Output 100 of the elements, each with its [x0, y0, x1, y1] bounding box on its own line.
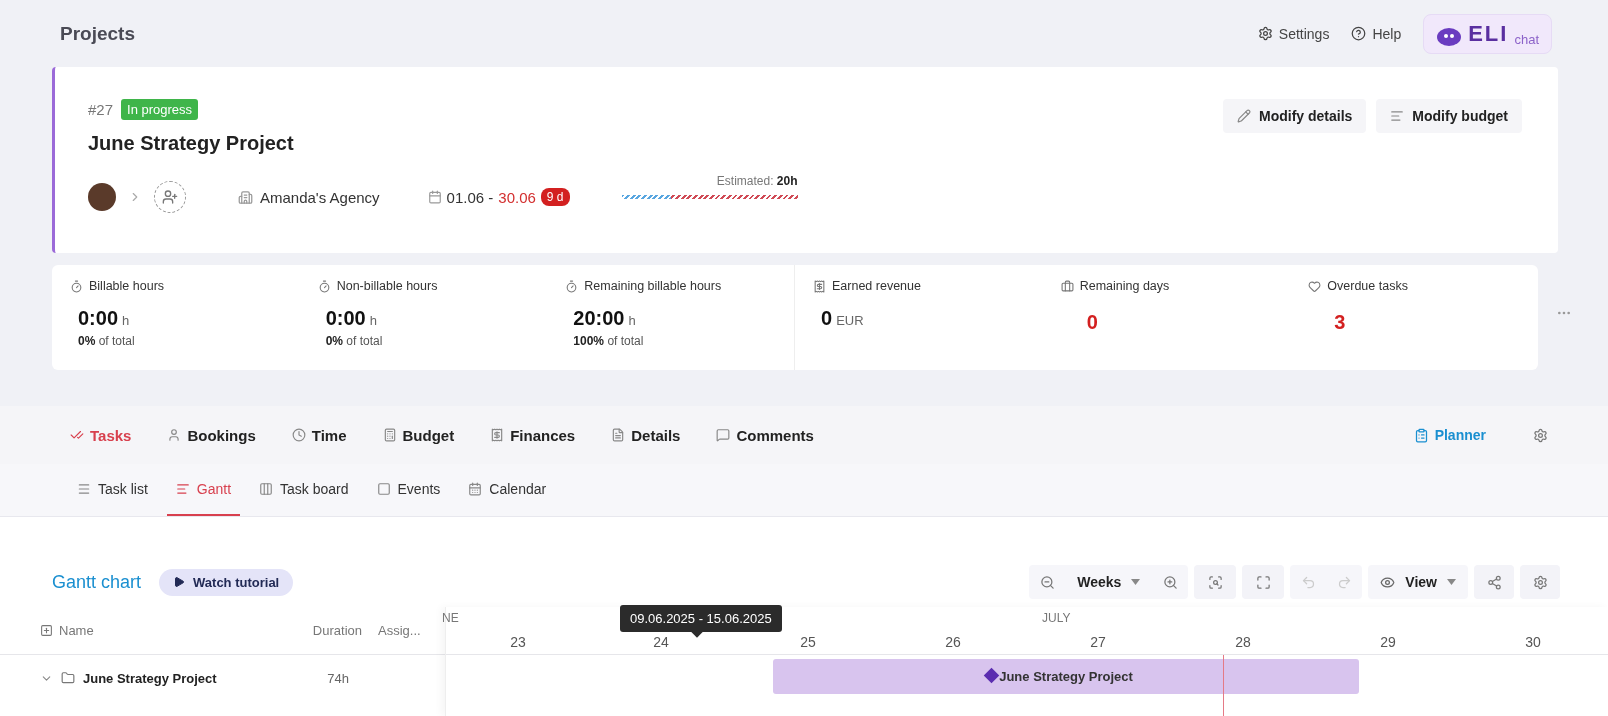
- list-icon: [1390, 109, 1405, 123]
- week-label: 29: [1380, 634, 1396, 650]
- modify-budget-button[interactable]: Modify budget: [1376, 99, 1522, 133]
- list-icon: [77, 482, 91, 496]
- stat-subtext: 0% of total: [325, 334, 384, 348]
- name-column-header[interactable]: Name: [40, 623, 290, 638]
- date-tooltip: 09.06.2025 - 15.06.2025: [620, 605, 782, 632]
- logo-suffix: chat: [1514, 31, 1539, 47]
- eye-icon: [1380, 574, 1396, 590]
- month-label: JULY: [1042, 611, 1071, 625]
- view-dropdown[interactable]: View: [1368, 565, 1468, 599]
- fullscreen-button[interactable]: [1242, 565, 1285, 599]
- column-label: Name: [59, 623, 94, 638]
- watch-tutorial-button[interactable]: Watch tutorial: [159, 568, 294, 596]
- stat-subtext: 0% of total: [78, 334, 136, 348]
- tab[interactable]: Details: [611, 426, 681, 444]
- view-tab[interactable]: Task board: [250, 464, 358, 516]
- client-name: Amanda's Agency: [260, 188, 380, 206]
- board-icon: [259, 482, 274, 496]
- fullscreen-icon: [1255, 574, 1271, 590]
- logo-word: ELI: [1468, 20, 1509, 47]
- stat-subtext: 100% of total: [573, 334, 645, 348]
- stat-value: 0 EUR: [821, 307, 865, 330]
- calendar-icon: [427, 190, 442, 204]
- stat-value: 0: [1086, 311, 1099, 334]
- settings-icon: [1257, 26, 1273, 41]
- today-line: [1223, 655, 1224, 716]
- stat-label-text: Remaining billable hours: [584, 279, 722, 293]
- revenue-icon: [813, 279, 826, 293]
- tab[interactable]: Comments: [716, 426, 814, 444]
- gantt-icon: [175, 482, 190, 496]
- settings-icon: [1532, 427, 1548, 443]
- page-title: Projects: [60, 22, 136, 45]
- tab[interactable]: Tasks: [70, 426, 132, 444]
- stat-value: 0:00 h: [325, 307, 378, 330]
- view-tab[interactable]: Task list: [68, 464, 157, 516]
- gantt-title: Gantt chart: [52, 571, 142, 593]
- gantt-settings-button[interactable]: [1520, 565, 1560, 599]
- caret-icon: [1447, 579, 1456, 585]
- settings-link[interactable]: Settings: [1257, 25, 1330, 42]
- search-icon: [1207, 574, 1223, 590]
- week-label: 25: [800, 634, 816, 650]
- share-icon: [1486, 574, 1502, 590]
- help-link[interactable]: Help: [1351, 25, 1402, 42]
- end-date: 30.06: [498, 188, 536, 206]
- undo-icon: [1300, 574, 1316, 590]
- planner-icon: [1413, 427, 1429, 443]
- week-label: 28: [1235, 634, 1251, 650]
- column-header[interactable]: Assig...: [378, 623, 438, 638]
- days-badge: 9 d: [540, 188, 570, 206]
- tab[interactable]: Bookings: [167, 426, 256, 444]
- stat-label-text: Earned revenue: [832, 279, 921, 293]
- modify-details-button[interactable]: Modify details: [1223, 99, 1367, 133]
- stat-value: 3: [1334, 311, 1347, 334]
- stat-label-text: Remaining days: [1079, 279, 1170, 293]
- zoom-out-icon: [1039, 574, 1055, 590]
- task-duration: 74h: [326, 670, 349, 686]
- caret-icon: [1131, 579, 1141, 585]
- status-badge: In progress: [121, 99, 199, 120]
- stat-label-text: Overdue tasks: [1327, 279, 1408, 293]
- week-label: 27: [1090, 634, 1106, 650]
- week-label: 24: [653, 634, 669, 650]
- calendar-icon: [468, 482, 483, 496]
- folder-icon: [61, 671, 75, 685]
- stat-value: 0:00 h: [78, 307, 131, 330]
- stat-label-text: Billable hours: [89, 279, 165, 293]
- redo-icon: [1336, 574, 1352, 590]
- building-icon: [238, 189, 253, 205]
- zoom-in-icon: [1162, 574, 1178, 590]
- view-tab[interactable]: Events: [367, 464, 450, 516]
- project-title: June Strategy Project: [88, 132, 295, 155]
- share-button[interactable]: [1474, 565, 1514, 599]
- week-label: 23: [510, 634, 526, 650]
- week-label: 30: [1525, 634, 1541, 650]
- settings-icon: [1532, 574, 1548, 590]
- add-icon: [40, 624, 53, 637]
- task-bar[interactable]: June Strategy Project: [773, 659, 1359, 694]
- timer-icon: [317, 279, 331, 293]
- timer-icon: [565, 279, 579, 293]
- add-person-icon: [162, 189, 178, 205]
- start-date: 01.06 -: [446, 188, 494, 206]
- timer-icon: [70, 279, 83, 293]
- time-icon: [291, 428, 306, 442]
- avatar[interactable]: [88, 183, 116, 211]
- fit-button[interactable]: [1194, 565, 1237, 599]
- scale-dropdown[interactable]: Weeks: [1065, 565, 1153, 599]
- tab[interactable]: Budget: [382, 426, 455, 444]
- stat-label-text: Non-billable hours: [336, 279, 438, 293]
- task-name[interactable]: June Strategy Project: [83, 670, 309, 686]
- column-header[interactable]: Duration: [290, 623, 362, 638]
- play-icon: [173, 576, 186, 588]
- tab[interactable]: Finances: [490, 426, 576, 444]
- view-tab[interactable]: Calendar: [459, 464, 556, 516]
- chat-logo[interactable]: ELI chat: [1423, 13, 1552, 54]
- stat-value: 20:00 h: [573, 307, 637, 330]
- tab[interactable]: Time: [291, 426, 347, 444]
- week-label: 26: [945, 634, 961, 650]
- estimate-label: Estimated: 20h: [716, 173, 798, 188]
- pencil-icon: [1237, 109, 1251, 123]
- project-number: #27: [88, 101, 114, 118]
